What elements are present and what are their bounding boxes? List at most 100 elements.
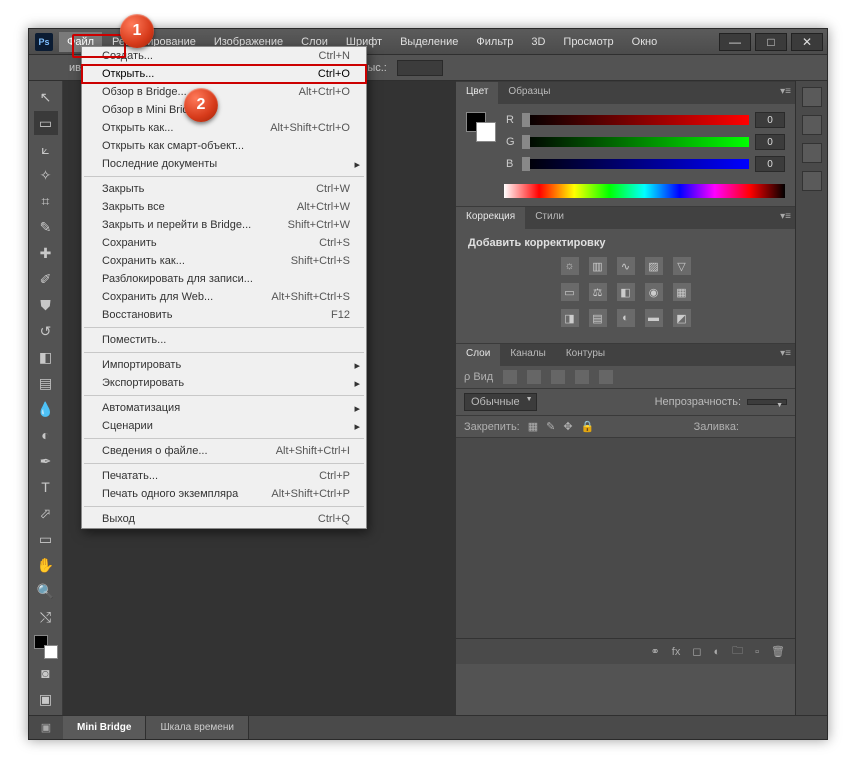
tool-gradient[interactable]: ▤ [34, 371, 58, 395]
menu-item[interactable]: Открыть...Ctrl+O [82, 65, 366, 83]
tool-quickmask[interactable]: ◙ [34, 661, 58, 685]
layer-filter-kind[interactable]: ρ Вид [464, 371, 493, 383]
status-tab-minibridge[interactable]: Mini Bridge [63, 716, 146, 739]
menu-filter[interactable]: Фильтр [468, 32, 521, 52]
filter-adjust-icon[interactable] [527, 370, 541, 384]
tab-layers[interactable]: Слои [456, 344, 500, 366]
tool-lasso[interactable]: ⟀ [34, 137, 58, 161]
tool-eyedropper[interactable]: ✎ [34, 215, 58, 239]
adj-mixer-icon[interactable]: ▦ [673, 283, 691, 301]
adj-invert-icon[interactable]: ◨ [561, 309, 579, 327]
window-close[interactable]: ✕ [791, 33, 823, 51]
value-g[interactable]: 0 [755, 134, 785, 150]
tool-history-brush[interactable]: ↺ [34, 319, 58, 343]
filter-shape-icon[interactable] [575, 370, 589, 384]
value-r[interactable]: 0 [755, 112, 785, 128]
tool-zoom[interactable]: 🔍 [34, 579, 58, 603]
mask-icon[interactable]: ◻ [692, 645, 701, 658]
menu-3d[interactable]: 3D [523, 32, 553, 52]
adj-gradient-map-icon[interactable]: ▬ [645, 309, 663, 327]
menu-item[interactable]: Сохранить как...Shift+Ctrl+S [82, 252, 366, 270]
opt-height-field[interactable] [397, 60, 443, 76]
tool-swap-colors[interactable]: ⤭ [34, 605, 58, 629]
collapsed-panel-icon[interactable] [802, 115, 822, 135]
adj-levels-icon[interactable]: ▥ [589, 257, 607, 275]
fx-icon[interactable]: fx [672, 646, 681, 658]
new-layer-icon[interactable]: ▫ [755, 646, 759, 658]
lock-move-icon[interactable]: ✥ [563, 420, 572, 433]
tool-dodge[interactable]: ◐ [34, 423, 58, 447]
adj-hue-icon[interactable]: ▭ [561, 283, 579, 301]
spectrum-strip[interactable] [504, 184, 785, 198]
tab-styles[interactable]: Стили [525, 207, 574, 229]
menu-item[interactable]: СохранитьCtrl+S [82, 234, 366, 252]
status-icon[interactable]: ▣ [29, 716, 63, 739]
opacity-field[interactable] [747, 399, 787, 405]
tool-shape[interactable]: ▭ [34, 527, 58, 551]
tab-swatches[interactable]: Образцы [498, 82, 560, 104]
adj-exposure-icon[interactable]: ▨ [645, 257, 663, 275]
tool-hand[interactable]: ✋ [34, 553, 58, 577]
background-color[interactable] [44, 645, 58, 659]
tool-crop[interactable]: ⌗ [34, 189, 58, 213]
tool-heal[interactable]: ✚ [34, 241, 58, 265]
slider-g[interactable] [522, 137, 749, 147]
menu-item[interactable]: Создать...Ctrl+N [82, 47, 366, 65]
menu-item[interactable]: Закрыть и перейти в Bridge...Shift+Ctrl+… [82, 216, 366, 234]
menu-item[interactable]: Открыть как...Alt+Shift+Ctrl+O [82, 119, 366, 137]
adj-balance-icon[interactable]: ⚖ [589, 283, 607, 301]
menu-item[interactable]: Поместить... [82, 331, 366, 349]
menu-window[interactable]: Окно [624, 32, 666, 52]
filter-type-icon[interactable] [551, 370, 565, 384]
panel-menu-icon[interactable]: ▾≡ [780, 348, 791, 359]
color-swatch-pair[interactable] [466, 112, 496, 142]
menu-item[interactable]: Печать одного экземпляраAlt+Shift+Ctrl+P [82, 485, 366, 503]
menu-item[interactable]: Обзор в Bridge...Alt+Ctrl+O [82, 83, 366, 101]
adj-selective-icon[interactable]: ◩ [673, 309, 691, 327]
adj-brightness-icon[interactable]: ☼ [561, 257, 579, 275]
menu-view[interactable]: Просмотр [555, 32, 621, 52]
tab-channels[interactable]: Каналы [500, 344, 556, 366]
adj-vibrance-icon[interactable]: ▽ [673, 257, 691, 275]
tool-wand[interactable]: ✧ [34, 163, 58, 187]
panel-menu-icon[interactable]: ▾≡ [780, 211, 791, 222]
layers-list[interactable] [456, 438, 795, 638]
lock-pixels-icon[interactable]: ▦ [528, 420, 538, 433]
tool-pen[interactable]: ✒ [34, 449, 58, 473]
adj-threshold-icon[interactable]: ◐ [617, 309, 635, 327]
adj-photo-filter-icon[interactable]: ◉ [645, 283, 663, 301]
foreground-background-swatch[interactable] [34, 635, 58, 659]
filter-smart-icon[interactable] [599, 370, 613, 384]
menu-item[interactable]: Импортировать [82, 356, 366, 374]
filter-pixel-icon[interactable] [503, 370, 517, 384]
lock-paint-icon[interactable]: ✎ [546, 420, 555, 433]
menu-item[interactable]: ВыходCtrl+Q [82, 510, 366, 528]
tab-adjustments[interactable]: Коррекция [456, 207, 525, 229]
window-minimize[interactable]: — [719, 33, 751, 51]
menu-select[interactable]: Выделение [392, 32, 466, 52]
window-maximize[interactable]: □ [755, 33, 787, 51]
status-tab-timeline[interactable]: Шкала времени [146, 716, 248, 739]
tool-path-select[interactable]: ⬀ [34, 501, 58, 525]
tool-brush[interactable]: ✐ [34, 267, 58, 291]
panel-menu-icon[interactable]: ▾≡ [780, 86, 791, 97]
menu-item[interactable]: ВосстановитьF12 [82, 306, 366, 324]
menu-item[interactable]: Экспортировать [82, 374, 366, 392]
tool-move[interactable]: ↖ [34, 85, 58, 109]
menu-item[interactable]: Обзор в Mini Bridge... [82, 101, 366, 119]
slider-b[interactable] [522, 159, 749, 169]
value-b[interactable]: 0 [755, 156, 785, 172]
menu-item[interactable]: Автоматизация [82, 399, 366, 417]
tab-paths[interactable]: Контуры [556, 344, 615, 366]
new-group-icon[interactable]: 🗀 [732, 642, 743, 661]
menu-item[interactable]: Последние документы [82, 155, 366, 173]
tool-stamp[interactable]: ⛊ [34, 293, 58, 317]
adj-posterize-icon[interactable]: ▤ [589, 309, 607, 327]
link-layers-icon[interactable]: ⚭ [651, 645, 660, 658]
delete-layer-icon[interactable]: 🗑 [771, 645, 785, 658]
lock-all-icon[interactable]: 🔒 [581, 420, 595, 433]
collapsed-panel-icon[interactable] [802, 171, 822, 191]
tool-eraser[interactable]: ◧ [34, 345, 58, 369]
tool-blur[interactable]: 💧 [34, 397, 58, 421]
adj-bw-icon[interactable]: ◧ [617, 283, 635, 301]
